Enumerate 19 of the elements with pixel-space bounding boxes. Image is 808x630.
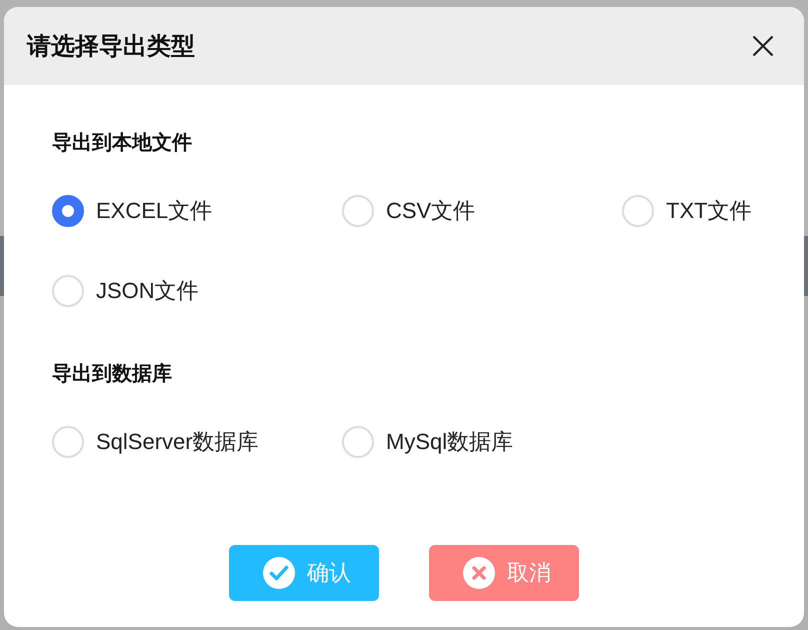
x-circle-icon xyxy=(463,557,495,589)
radio-button[interactable] xyxy=(52,195,84,227)
option-label: MySql数据库 xyxy=(386,428,514,456)
radio-option[interactable]: TXT文件 xyxy=(622,195,804,227)
option-label: SqlServer数据库 xyxy=(96,428,259,456)
option-label: TXT文件 xyxy=(666,197,752,225)
section-title: 导出到数据库 xyxy=(52,362,173,387)
option-label: JSON文件 xyxy=(96,277,199,305)
radio-option[interactable]: SqlServer数据库 xyxy=(52,426,342,458)
close-icon[interactable] xyxy=(752,35,774,57)
option-label: CSV文件 xyxy=(386,197,476,225)
check-circle-icon xyxy=(263,557,295,589)
radio-option[interactable]: JSON文件 xyxy=(52,275,342,307)
radio-option[interactable]: EXCEL文件 xyxy=(52,195,342,227)
dialog-title: 请选择导出类型 xyxy=(27,32,195,62)
radio-option[interactable]: MySql数据库 xyxy=(342,426,622,458)
option-label: EXCEL文件 xyxy=(96,197,212,225)
section-title: 导出到本地文件 xyxy=(52,130,193,156)
radio-option[interactable]: CSV文件 xyxy=(342,195,622,227)
